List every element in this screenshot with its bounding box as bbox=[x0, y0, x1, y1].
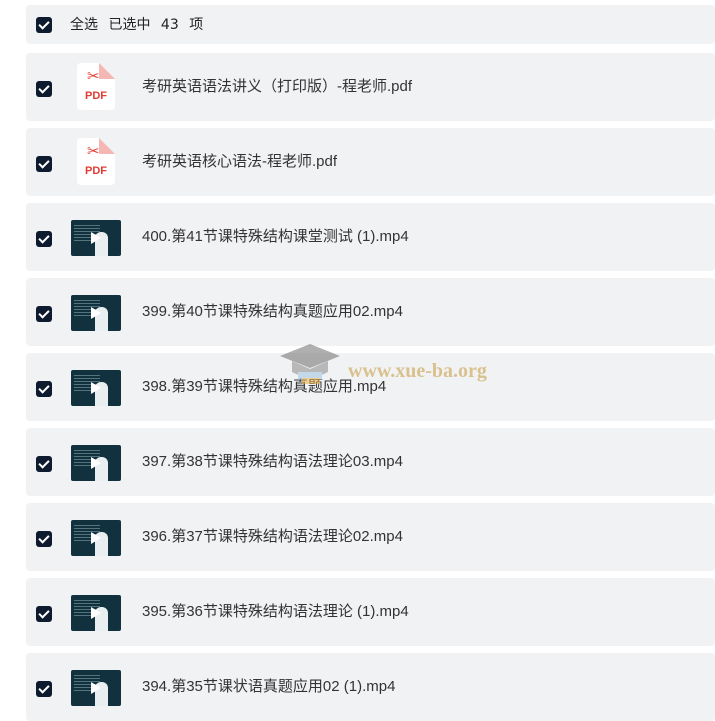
pdf-file-icon: ✂ PDF bbox=[77, 63, 115, 110]
file-checkbox[interactable] bbox=[36, 456, 52, 472]
play-icon bbox=[91, 607, 101, 619]
pdf-file-icon: ✂ PDF bbox=[77, 138, 115, 185]
video-thumbnail bbox=[71, 595, 121, 631]
file-name[interactable]: 考研英语语法讲义（打印版）-程老师.pdf bbox=[142, 77, 412, 97]
file-name[interactable]: 399.第40节课特殊结构真题应用02.mp4 bbox=[142, 302, 403, 322]
play-icon bbox=[91, 307, 101, 319]
file-name[interactable]: 395.第36节课特殊结构语法理论 (1).mp4 bbox=[142, 602, 409, 622]
file-checkbox[interactable] bbox=[36, 381, 52, 397]
play-icon bbox=[91, 382, 101, 394]
file-row[interactable]: 397.第38节课特殊结构语法理论03.mp4 bbox=[26, 428, 715, 496]
selected-count: 43 bbox=[160, 17, 179, 33]
video-thumbnail bbox=[71, 445, 121, 481]
file-checkbox[interactable] bbox=[36, 681, 52, 697]
file-row[interactable]: 395.第36节课特殊结构语法理论 (1).mp4 bbox=[26, 578, 715, 646]
video-thumbnail bbox=[71, 220, 121, 256]
file-row[interactable]: 394.第35节课状语真题应用02 (1).mp4 bbox=[26, 653, 715, 721]
video-thumbnail bbox=[71, 295, 121, 331]
file-row[interactable]: 396.第37节课特殊结构语法理论02.mp4 bbox=[26, 503, 715, 571]
file-row[interactable]: ✂ PDF 考研英语核心语法-程老师.pdf bbox=[26, 128, 715, 196]
file-name[interactable]: 397.第38节课特殊结构语法理论03.mp4 bbox=[142, 452, 403, 472]
watermark: www.xue-ba.org bbox=[278, 342, 518, 402]
video-thumbnail bbox=[71, 520, 121, 556]
file-checkbox[interactable] bbox=[36, 606, 52, 622]
selection-summary: 全选 已选中 43 项 bbox=[70, 15, 209, 35]
graduation-cap-icon bbox=[280, 344, 340, 384]
play-icon bbox=[91, 232, 101, 244]
file-row[interactable]: ✂ PDF 考研英语语法讲义（打印版）-程老师.pdf bbox=[26, 53, 715, 121]
file-row[interactable]: 399.第40节课特殊结构真题应用02.mp4 bbox=[26, 278, 715, 346]
play-icon bbox=[91, 682, 101, 694]
select-all-bar: 全选 已选中 43 项 bbox=[26, 5, 715, 44]
video-thumbnail bbox=[71, 370, 121, 406]
file-row[interactable]: 400.第41节课特殊结构课堂测试 (1).mp4 bbox=[26, 203, 715, 271]
file-name[interactable]: 考研英语核心语法-程老师.pdf bbox=[142, 152, 337, 172]
file-checkbox[interactable] bbox=[36, 231, 52, 247]
file-checkbox[interactable] bbox=[36, 531, 52, 547]
file-checkbox[interactable] bbox=[36, 156, 52, 172]
file-checkbox[interactable] bbox=[36, 306, 52, 322]
file-checkbox[interactable] bbox=[36, 81, 52, 97]
pdf-badge: PDF bbox=[85, 165, 107, 177]
select-all-checkbox[interactable] bbox=[36, 17, 52, 33]
file-name[interactable]: 394.第35节课状语真题应用02 (1).mp4 bbox=[142, 677, 395, 697]
selected-suffix: 项 bbox=[189, 17, 204, 33]
play-icon bbox=[91, 532, 101, 544]
play-icon bbox=[91, 457, 101, 469]
video-thumbnail bbox=[71, 670, 121, 706]
watermark-text: www.xue-ba.org bbox=[348, 360, 487, 382]
pdf-badge: PDF bbox=[85, 90, 107, 102]
file-name[interactable]: 400.第41节课特殊结构课堂测试 (1).mp4 bbox=[142, 227, 409, 247]
file-name[interactable]: 396.第37节课特殊结构语法理论02.mp4 bbox=[142, 527, 403, 547]
select-all-label[interactable]: 全选 bbox=[70, 17, 98, 33]
selected-prefix: 已选中 bbox=[108, 17, 151, 33]
